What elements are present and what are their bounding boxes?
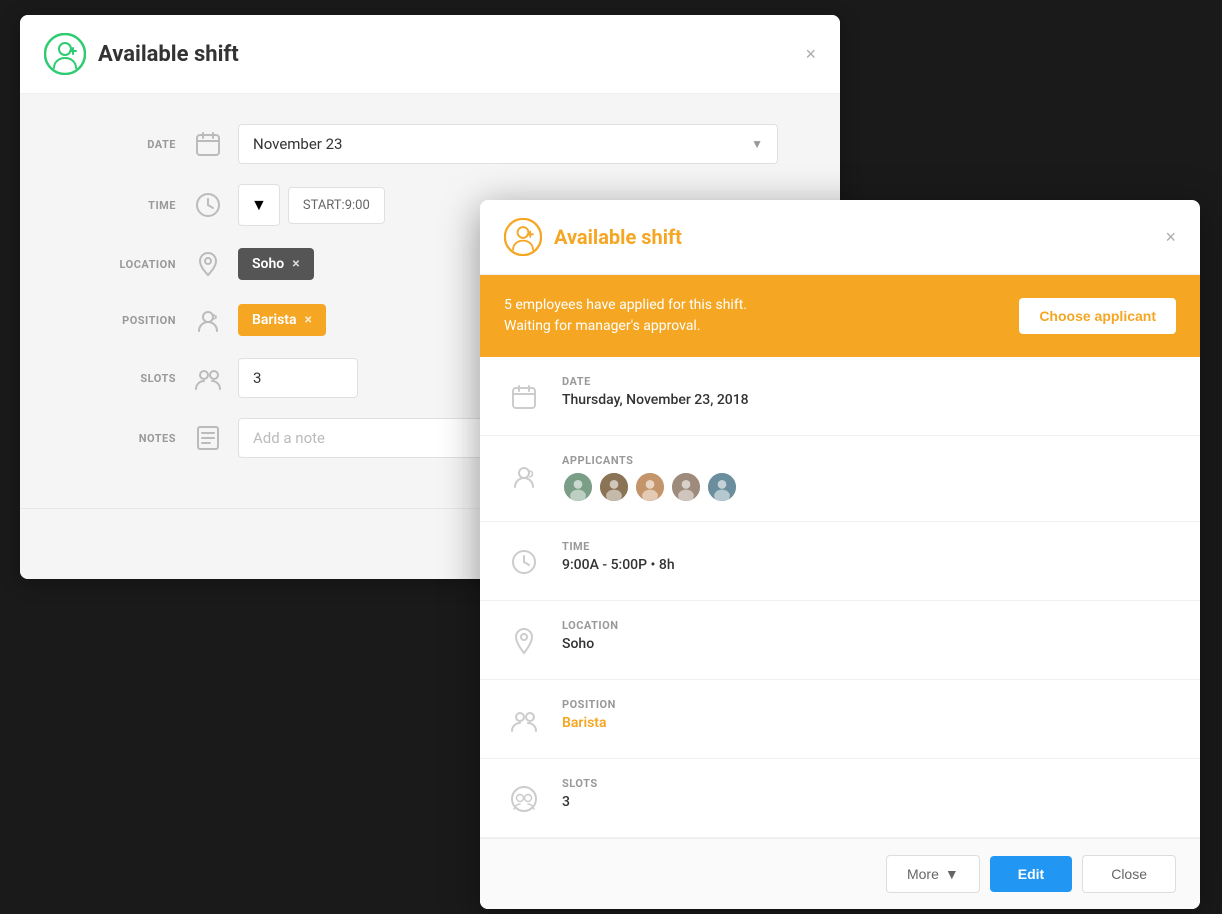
notification-bar: 5 employees have applied for this shift.… bbox=[480, 275, 1200, 357]
detail-applicants-icon bbox=[504, 456, 544, 496]
fg-modal-close-button[interactable]: × bbox=[1165, 227, 1176, 248]
position-icon bbox=[190, 302, 226, 338]
more-button[interactable]: More ▼ bbox=[886, 855, 980, 893]
notes-placeholder: Add a note bbox=[253, 429, 325, 447]
slots-detail-value: 3 bbox=[562, 794, 1176, 810]
fg-modal-footer: More ▼ Edit Close bbox=[480, 838, 1200, 909]
location-detail-label: LOCATION bbox=[562, 619, 1176, 632]
location-tag-value[interactable]: Soho × bbox=[238, 248, 314, 280]
slots-icon bbox=[190, 360, 226, 396]
detail-location-icon bbox=[504, 621, 544, 661]
time-detail-value: 9:00A - 5:00P • 8h bbox=[562, 557, 1176, 573]
slots-detail-label: SLOTS bbox=[562, 777, 1176, 790]
more-chevron-icon: ▼ bbox=[945, 866, 959, 882]
avatar-2 bbox=[598, 471, 630, 503]
notification-text: 5 employees have applied for this shift.… bbox=[504, 295, 747, 337]
applicants-avatars bbox=[562, 471, 1176, 503]
time-detail-row: TIME 9:00A - 5:00P • 8h bbox=[480, 522, 1200, 601]
fg-close-button[interactable]: Close bbox=[1082, 855, 1176, 893]
avatar-1 bbox=[562, 471, 594, 503]
avatar-5 bbox=[706, 471, 738, 503]
time-detail-label: TIME bbox=[562, 540, 1176, 553]
location-tag: Soho × bbox=[238, 248, 314, 280]
slots-label: SLOTS bbox=[80, 372, 190, 385]
position-detail-value: Barista bbox=[562, 715, 1176, 731]
fg-modal-title: Available shift bbox=[554, 225, 682, 249]
detail-clock-icon bbox=[504, 542, 544, 582]
bg-modal-header: Available shift × bbox=[20, 15, 840, 94]
time-start-value: 9:00 bbox=[345, 198, 370, 213]
applicants-detail-content: APPLICANTS bbox=[562, 454, 1176, 503]
location-detail-content: LOCATION Soho bbox=[562, 619, 1176, 652]
foreground-modal: Available shift × 5 employees have appli… bbox=[480, 200, 1200, 909]
time-label: TIME bbox=[80, 199, 190, 212]
bg-modal-title: Available shift bbox=[98, 42, 239, 67]
edit-button[interactable]: Edit bbox=[990, 856, 1072, 892]
location-label: LOCATION bbox=[80, 258, 190, 271]
bg-modal-header-left: Available shift bbox=[44, 33, 239, 75]
date-label: DATE bbox=[80, 138, 190, 151]
detail-position-icon bbox=[504, 700, 544, 740]
position-remove-button[interactable]: × bbox=[305, 312, 312, 328]
date-detail-content: DATE Thursday, November 23, 2018 bbox=[562, 375, 1176, 408]
location-detail-row: LOCATION Soho bbox=[480, 601, 1200, 680]
detail-calendar-icon bbox=[504, 377, 544, 417]
calendar-icon bbox=[190, 126, 226, 162]
bg-modal-close-button[interactable]: × bbox=[805, 44, 816, 65]
clock-icon bbox=[190, 187, 226, 223]
date-row: DATE November 23 ▼ bbox=[80, 124, 800, 164]
position-tag: Barista × bbox=[238, 304, 326, 336]
avatar-3 bbox=[634, 471, 666, 503]
position-tag-value[interactable]: Barista × bbox=[238, 304, 326, 336]
notification-line1: 5 employees have applied for this shift. bbox=[504, 295, 747, 316]
time-detail-content: TIME 9:00A - 5:00P • 8h bbox=[562, 540, 1176, 573]
choose-applicant-button[interactable]: Choose applicant bbox=[1019, 298, 1176, 334]
more-label: More bbox=[907, 866, 939, 882]
date-detail-row: DATE Thursday, November 23, 2018 bbox=[480, 357, 1200, 436]
date-detail-value: Thursday, November 23, 2018 bbox=[562, 392, 1176, 408]
notes-icon bbox=[190, 420, 226, 456]
slots-input[interactable]: 3 bbox=[238, 358, 358, 398]
app-logo-icon bbox=[44, 33, 86, 75]
time-dropdown-arrow: ▼ bbox=[251, 195, 267, 215]
applicants-detail-label: APPLICANTS bbox=[562, 454, 1176, 467]
date-input[interactable]: November 23 ▼ bbox=[238, 124, 778, 164]
location-remove-button[interactable]: × bbox=[292, 256, 299, 272]
time-start-label: START: bbox=[303, 198, 345, 213]
slots-detail-content: SLOTS 3 bbox=[562, 777, 1176, 810]
location-detail-value: Soho bbox=[562, 636, 1176, 652]
applicants-detail-row: APPLICANTS bbox=[480, 436, 1200, 522]
time-dropdown[interactable]: ▼ bbox=[238, 184, 280, 226]
position-detail-content: POSITION Barista bbox=[562, 698, 1176, 731]
notification-line2: Waiting for manager's approval. bbox=[504, 316, 747, 337]
date-value: November 23 bbox=[253, 135, 342, 153]
time-start-field[interactable]: START:9:00 bbox=[288, 187, 385, 224]
fg-app-logo-icon bbox=[504, 218, 542, 256]
position-detail-row: POSITION Barista bbox=[480, 680, 1200, 759]
location-icon bbox=[190, 246, 226, 282]
fg-modal-header-left: Available shift bbox=[504, 218, 682, 256]
fg-modal-header: Available shift × bbox=[480, 200, 1200, 275]
date-dropdown-arrow: ▼ bbox=[751, 137, 763, 151]
position-detail-label: POSITION bbox=[562, 698, 1176, 711]
position-label: POSITION bbox=[80, 314, 190, 327]
detail-slots-icon bbox=[504, 779, 544, 819]
slots-detail-row: SLOTS 3 bbox=[480, 759, 1200, 838]
avatar-4 bbox=[670, 471, 702, 503]
date-detail-label: DATE bbox=[562, 375, 1176, 388]
notes-label: NOTES bbox=[80, 432, 190, 445]
